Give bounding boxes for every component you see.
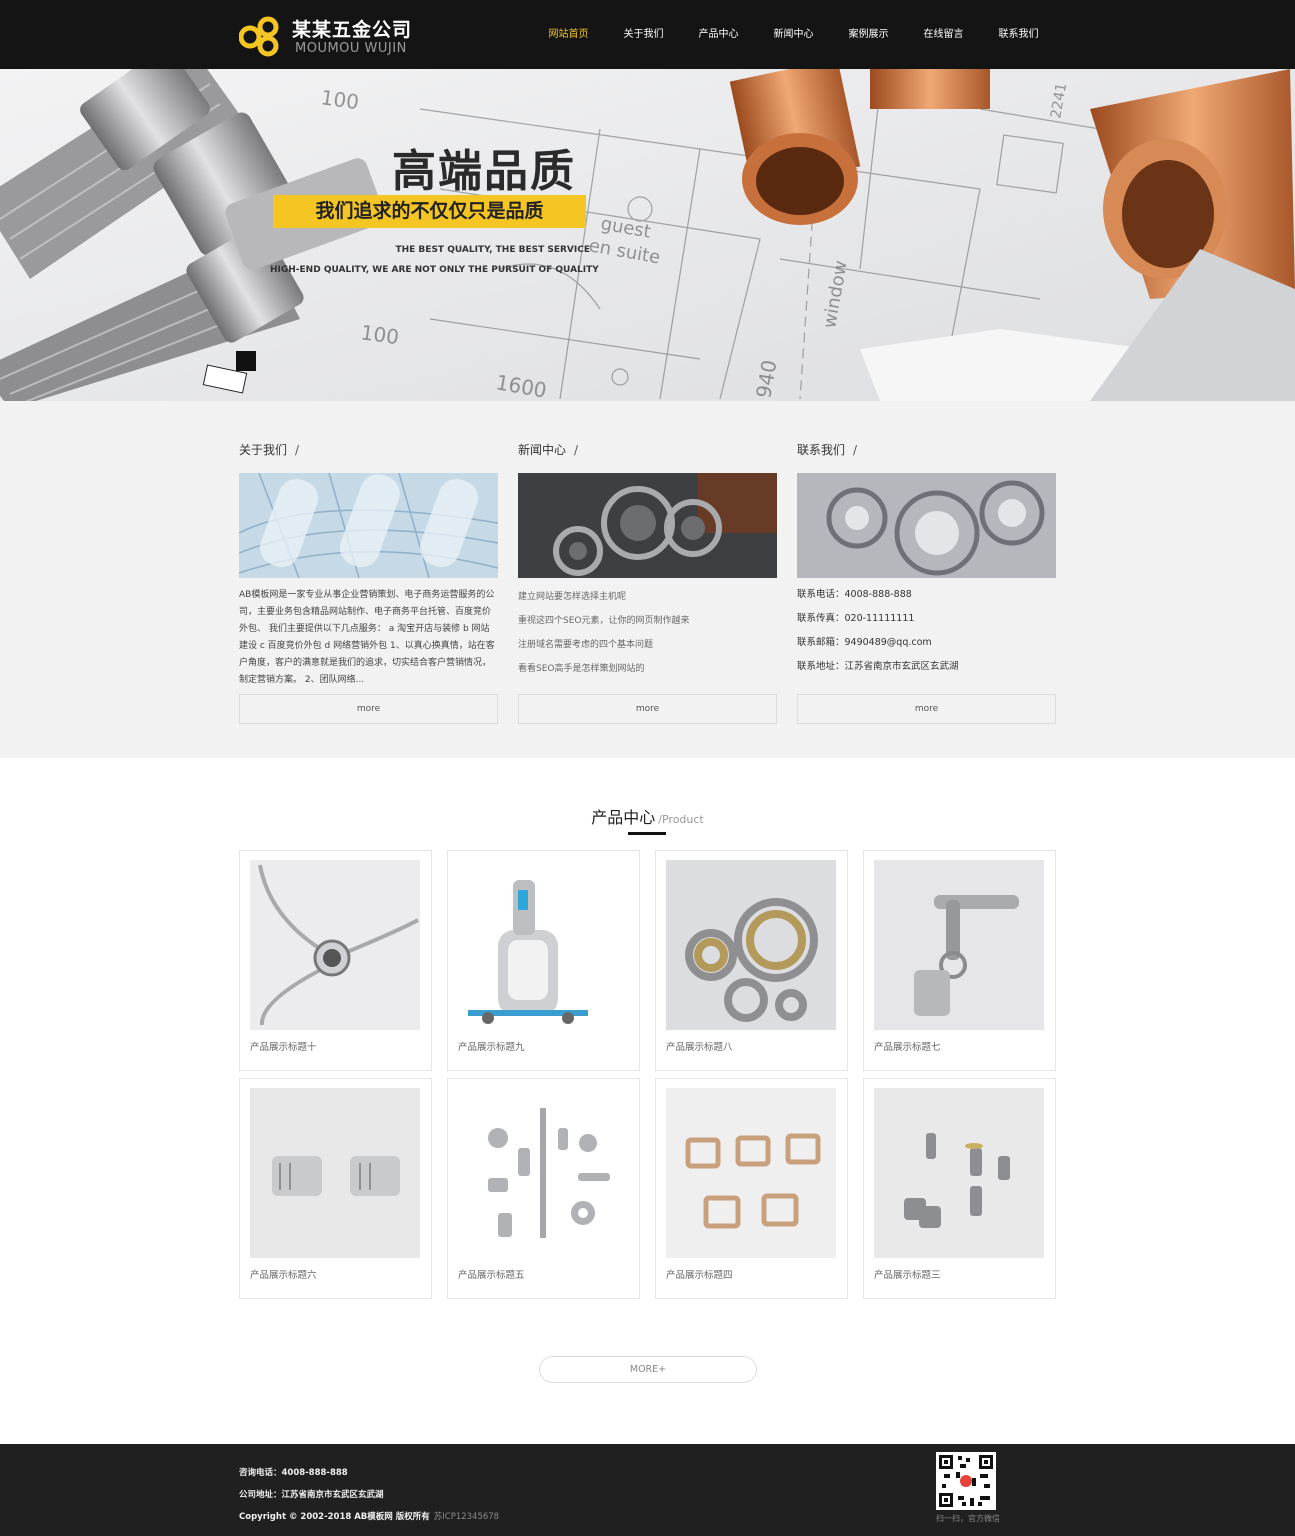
product-label: 产品展示标题十 (250, 1042, 317, 1053)
products-heading-en: /Product (658, 813, 704, 826)
logo[interactable]: 某某五金公司 MOUMOU WUJIN (239, 13, 439, 59)
footer-copyright: Copyright © 2002-2018 AB模板网 版权所有 (239, 1512, 430, 1522)
about-title-text: 关于我们 (239, 443, 288, 457)
contact-phone: 联系电话：4008-888-888 (797, 589, 912, 600)
nav-item-about[interactable]: 关于我们 (606, 0, 681, 69)
news-title-slash: / (574, 443, 579, 457)
nav-item-contact[interactable]: 联系我们 (981, 0, 1056, 69)
product-image (250, 860, 420, 1030)
about-column: 关于我们 / AB模板网是一家专业从事企业营销策划、电子商务运营服务的公司，主要业… (239, 401, 498, 758)
news-item[interactable]: 重视这四个SEO元素，让你的网页制作越来 (518, 611, 777, 635)
footer-address: 公司地址：江苏省南京市玄武区玄武湖 (239, 1490, 384, 1500)
footer-icp-link[interactable]: 苏ICP12345678 (434, 1512, 499, 1522)
product-label: 产品展示标题八 (666, 1042, 733, 1053)
news-more-button[interactable]: more (518, 694, 777, 724)
nav-item-products[interactable]: 产品中心 (681, 0, 756, 69)
product-label: 产品展示标题三 (874, 1270, 941, 1281)
product-label: 产品展示标题九 (458, 1042, 525, 1053)
news-column: 新闻中心 / 建立网站要怎样选择主机呢 重视这四个SEO元素，让你的网页制作越来 … (518, 401, 777, 758)
news-title-text: 新闻中心 (518, 443, 567, 457)
contact-more-button[interactable]: more (797, 694, 1056, 724)
nav-item-message[interactable]: 在线留言 (906, 0, 981, 69)
product-image (666, 1088, 836, 1258)
news-title[interactable]: 新闻中心 / (518, 441, 578, 458)
footer-phone: 咨询电话：4008-888-888 (239, 1468, 348, 1478)
nav-item-news[interactable]: 新闻中心 (756, 0, 831, 69)
banner-tagline-1: THE BEST QUALITY, THE BEST SERVICE (395, 245, 590, 255)
site-header: 某某五金公司 MOUMOU WUJIN 网站首页 关于我们 产品中心 新闻中心 … (0, 0, 1295, 69)
contact-title-text: 联系我们 (797, 443, 846, 457)
product-label: 产品展示标题四 (666, 1270, 733, 1281)
about-image (239, 473, 498, 578)
product-card[interactable]: 产品展示标题六 (239, 1078, 432, 1299)
news-image (518, 473, 777, 578)
qr-code-icon (936, 1452, 996, 1510)
about-description: AB模板网是一家专业从事企业营销策划、电子商务运营服务的公司，主要业务包含精品网… (239, 590, 495, 685)
logo-mark-icon (239, 16, 279, 57)
product-card[interactable]: 产品展示标题九 (447, 850, 640, 1071)
news-item[interactable]: 看看SEO高手是怎样策划网站的 (518, 659, 777, 683)
about-title-slash: / (295, 443, 300, 457)
product-label: 产品展示标题六 (250, 1270, 317, 1281)
banner-image: 100 100 1600 100 window 940 guest en sui… (0, 69, 1295, 401)
product-image (666, 860, 836, 1030)
products-heading-underline (628, 832, 666, 835)
logo-title: 某某五金公司 (292, 19, 413, 41)
about-title[interactable]: 关于我们 / (239, 441, 299, 458)
product-card[interactable]: 产品展示标题七 (863, 850, 1056, 1071)
product-image (458, 860, 628, 1030)
contact-email: 联系邮箱：9490489@qq.com (797, 637, 932, 648)
banner-title: 高端品质 (392, 146, 576, 197)
about-more-button[interactable]: more (239, 694, 498, 724)
contact-title[interactable]: 联系我们 / (797, 441, 857, 458)
contact-address: 联系地址：江苏省南京市玄武区玄武湖 (797, 661, 959, 672)
products-more-button[interactable]: MORE+ (539, 1356, 757, 1383)
contact-column: 联系我们 / 联系电话：4008-888-888 联系传真：020-1111111… (797, 401, 1056, 758)
footer-copyright-line: Copyright © 2002-2018 AB模板网 版权所有 苏ICP1234… (239, 1510, 499, 1522)
banner-subtitle: 我们追求的不仅仅只是品质 (315, 200, 544, 222)
news-item[interactable]: 注册域名需要考虑的四个基本问题 (518, 635, 777, 659)
qr-caption: 扫一扫，官方微信 (936, 1514, 1000, 1523)
product-card[interactable]: 产品展示标题三 (863, 1078, 1056, 1299)
product-image (458, 1088, 628, 1258)
main-nav: 网站首页 关于我们 产品中心 新闻中心 案例展示 在线留言 联系我们 (531, 0, 1056, 69)
news-item[interactable]: 建立网站要怎样选择主机呢 (518, 587, 777, 611)
contact-title-slash: / (853, 443, 858, 457)
products-heading-cn: 产品中心 (591, 808, 656, 827)
news-list: 建立网站要怎样选择主机呢 重视这四个SEO元素，让你的网页制作越来 注册域名需要… (518, 587, 777, 683)
logo-subtitle: MOUMOU WUJIN (295, 41, 407, 56)
banner-tagline-2: HIGH-END QUALITY, WE ARE NOT ONLY THE PU… (270, 265, 599, 275)
product-card[interactable]: 产品展示标题五 (447, 1078, 640, 1299)
contact-image (797, 473, 1056, 578)
site-footer: 咨询电话：4008-888-888 公司地址：江苏省南京市玄武区玄武湖 Copy… (0, 1444, 1295, 1536)
info-section: 关于我们 / AB模板网是一家专业从事企业营销策划、电子商务运营服务的公司，主要业… (0, 401, 1295, 758)
product-card[interactable]: 产品展示标题八 (655, 850, 848, 1071)
nav-item-home[interactable]: 网站首页 (531, 0, 606, 69)
product-card[interactable]: 产品展示标题四 (655, 1078, 848, 1299)
products-heading: 产品中心/Product (0, 804, 1295, 828)
product-label: 产品展示标题七 (874, 1042, 941, 1053)
product-image (874, 1088, 1044, 1258)
nav-item-cases[interactable]: 案例展示 (831, 0, 906, 69)
hero-banner: 100 100 1600 100 window 940 guest en sui… (0, 69, 1295, 401)
contact-fax: 联系传真：020-11111111 (797, 613, 915, 624)
contact-list: 联系电话：4008-888-888 联系传真：020-11111111 联系邮箱… (797, 587, 1056, 683)
product-label: 产品展示标题五 (458, 1270, 525, 1281)
product-card[interactable]: 产品展示标题十 (239, 850, 432, 1071)
product-image (874, 860, 1044, 1030)
product-image (250, 1088, 420, 1258)
